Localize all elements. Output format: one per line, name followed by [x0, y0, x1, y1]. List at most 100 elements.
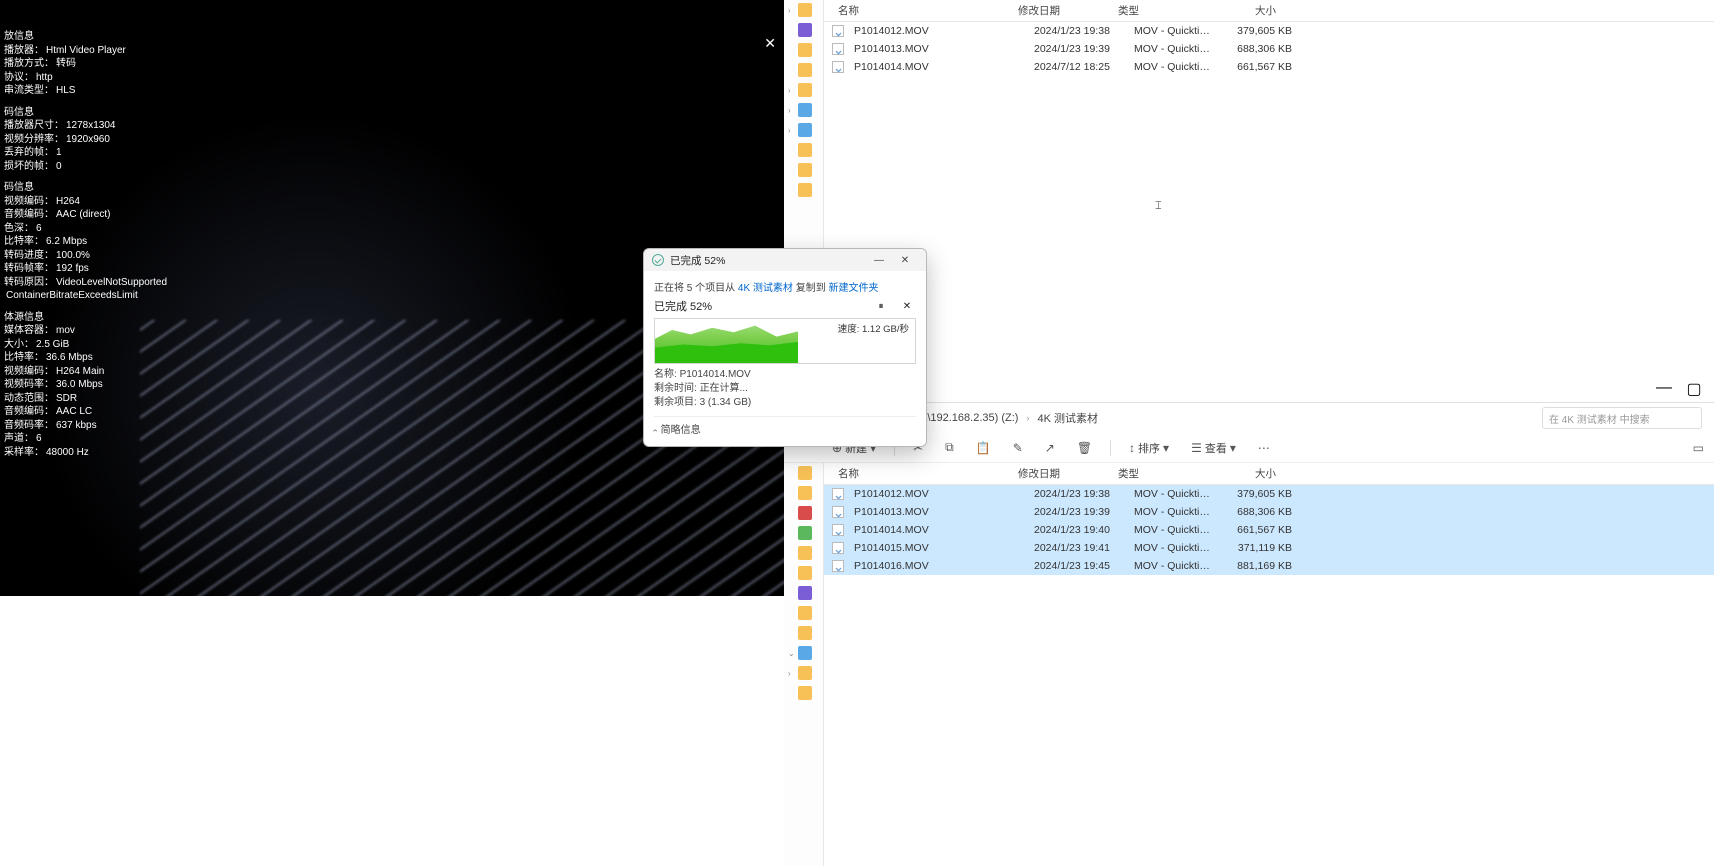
file-type: MOV - Quicktime ...	[1128, 488, 1218, 500]
column-headers[interactable]: 名称 修改日期 类型 大小	[824, 0, 1714, 22]
nav-item[interactable]	[784, 543, 823, 563]
file-name: P1014015.MOV	[848, 542, 1028, 554]
header-date[interactable]: 修改日期	[1012, 3, 1112, 18]
divider	[1110, 440, 1111, 456]
nav-item[interactable]	[784, 583, 823, 603]
copy-icon: ⧉	[945, 440, 954, 455]
file-date: 2024/1/23 19:39	[1028, 43, 1128, 55]
breadcrumb-folder[interactable]: 4K 测试素材	[1033, 410, 1102, 426]
folder-icon	[798, 466, 812, 480]
nav-item[interactable]	[784, 683, 823, 703]
delete-button[interactable]: 🗑	[1069, 438, 1100, 458]
dialog-titlebar[interactable]: 已完成 52% — ✕	[644, 249, 926, 271]
header-date[interactable]: 修改日期	[1012, 466, 1112, 481]
nav-item[interactable]	[784, 160, 823, 180]
nav-item[interactable]	[784, 603, 823, 623]
file-type: MOV - Quicktime ...	[1128, 25, 1218, 37]
file-row[interactable]: P1014016.MOV2024/1/23 19:45MOV - Quickti…	[824, 557, 1714, 575]
search-input[interactable]: 在 4K 测试素材 中搜索	[1542, 407, 1702, 429]
view-icon: ☰	[1191, 441, 1202, 455]
nav-item[interactable]: ›	[784, 80, 823, 100]
file-list-bottom: 名称 修改日期 类型 大小 P1014012.MOV2024/1/23 19:3…	[824, 463, 1714, 866]
info-section-playback: 放信息 播放器：Html Video Player 播放方式：转码 协议：htt…	[4, 30, 166, 98]
column-headers[interactable]: 名称 修改日期 类型 大小	[824, 463, 1714, 485]
folder-icon	[798, 546, 812, 560]
file-size: 371,119 KB	[1218, 542, 1298, 554]
sort-button[interactable]: ↕排序▾	[1121, 437, 1177, 459]
file-row[interactable]: P1014015.MOV2024/1/23 19:41MOV - Quickti…	[824, 539, 1714, 557]
folder-icon	[798, 63, 812, 77]
folder-icon	[798, 143, 812, 157]
file-type: MOV - Quicktime ...	[1128, 542, 1218, 554]
header-name[interactable]: 名称	[832, 3, 1012, 18]
file-size: 661,567 KB	[1218, 524, 1298, 536]
file-row[interactable]: P1014012.MOV2024/1/23 19:38MOV - Quickti…	[824, 485, 1714, 503]
header-type[interactable]: 类型	[1112, 466, 1202, 481]
file-row[interactable]: P1014013.MOV2024/1/23 19:39MOV - Quickti…	[824, 40, 1714, 58]
file-icon	[832, 488, 844, 500]
dest-link[interactable]: 新建文件夹	[828, 283, 878, 294]
file-row[interactable]: P1014013.MOV2024/1/23 19:39MOV - Quickti…	[824, 503, 1714, 521]
collapse-details-button[interactable]: ‹简略信息	[654, 416, 916, 436]
nav-item[interactable]	[784, 140, 823, 160]
nav-item[interactable]: ›	[784, 100, 823, 120]
drive-icon	[798, 646, 812, 660]
header-name[interactable]: 名称	[832, 466, 1012, 481]
info-section-source: 体源信息 媒体容器：mov 大小：2.5 GiB 比特率：36.6 Mbps 视…	[4, 311, 166, 460]
nav-item[interactable]	[784, 563, 823, 583]
nav-item[interactable]: ›	[784, 0, 823, 20]
file-type: MOV - Quicktime ...	[1128, 506, 1218, 518]
file-row[interactable]: P1014012.MOV2024/1/23 19:38MOV - Quickti…	[824, 22, 1714, 40]
source-link[interactable]: 4K 测试素材	[738, 283, 793, 294]
header-size[interactable]: 大小	[1202, 466, 1282, 481]
nav-item[interactable]	[784, 503, 823, 523]
file-row[interactable]: P1014014.MOV2024/7/12 18:25MOV - Quickti…	[824, 58, 1714, 76]
nav-item[interactable]: ›	[784, 120, 823, 140]
nav-item[interactable]: ⌄	[784, 643, 823, 663]
file-name: P1014013.MOV	[848, 506, 1028, 518]
maximize-button[interactable]: ▢	[1680, 379, 1708, 399]
file-icon	[832, 542, 844, 554]
rename-button[interactable]: ✎	[1005, 438, 1031, 458]
minimize-button[interactable]: —	[866, 255, 892, 266]
nav-item[interactable]	[784, 180, 823, 200]
cancel-button[interactable]: ✕	[898, 301, 916, 312]
file-row[interactable]: P1014014.MOV2024/1/23 19:40MOV - Quickti…	[824, 521, 1714, 539]
chevron-down-icon: ▾	[1230, 441, 1236, 455]
nav-item[interactable]: ›	[784, 663, 823, 683]
copy-source-dest: 正在将 5 个项目从 4K 测试素材 复制到 新建文件夹	[654, 279, 916, 294]
file-name: P1014013.MOV	[848, 43, 1028, 55]
nav-item[interactable]	[784, 483, 823, 503]
drive-icon	[798, 123, 812, 137]
file-type: MOV - Quicktime ...	[1128, 560, 1218, 572]
nav-item[interactable]	[784, 20, 823, 40]
file-size: 661,567 KB	[1218, 61, 1298, 73]
sort-icon: ↕	[1129, 441, 1135, 455]
nav-item[interactable]	[784, 463, 823, 483]
dialog-title: 已完成 52%	[670, 253, 866, 268]
nav-tree-bottom[interactable]: ⌄ ›	[784, 463, 824, 866]
details-pane-button[interactable]: ▭	[1685, 438, 1714, 458]
folder-icon	[798, 526, 812, 540]
copy-button[interactable]: ⧉	[937, 437, 962, 458]
nav-item[interactable]	[784, 623, 823, 643]
file-date: 2024/1/23 19:38	[1028, 25, 1128, 37]
header-type[interactable]: 类型	[1112, 3, 1202, 18]
minimize-button[interactable]: —	[1650, 379, 1678, 399]
throughput-chart: 速度: 1.12 GB/秒	[654, 318, 916, 364]
nav-item[interactable]	[784, 60, 823, 80]
folder-icon	[798, 83, 812, 97]
share-button[interactable]: ↗	[1037, 438, 1063, 458]
paste-button[interactable]: 📋	[968, 438, 999, 458]
view-button[interactable]: ☰查看▾	[1183, 437, 1244, 459]
file-date: 2024/1/23 19:38	[1028, 488, 1128, 500]
nav-item[interactable]	[784, 523, 823, 543]
folder-icon	[798, 23, 812, 37]
close-button[interactable]: ✕	[892, 255, 918, 266]
nav-item[interactable]	[784, 40, 823, 60]
pause-button[interactable]: ⏸	[872, 301, 890, 312]
header-size[interactable]: 大小	[1202, 3, 1282, 18]
close-overlay-button[interactable]: ✕	[764, 35, 776, 52]
info-section-decode: 码信息 播放器尺寸：1278x1304 视频分辨率：1920x960 丢弃的帧：…	[4, 106, 166, 174]
more-button[interactable]: ⋯	[1250, 438, 1278, 458]
